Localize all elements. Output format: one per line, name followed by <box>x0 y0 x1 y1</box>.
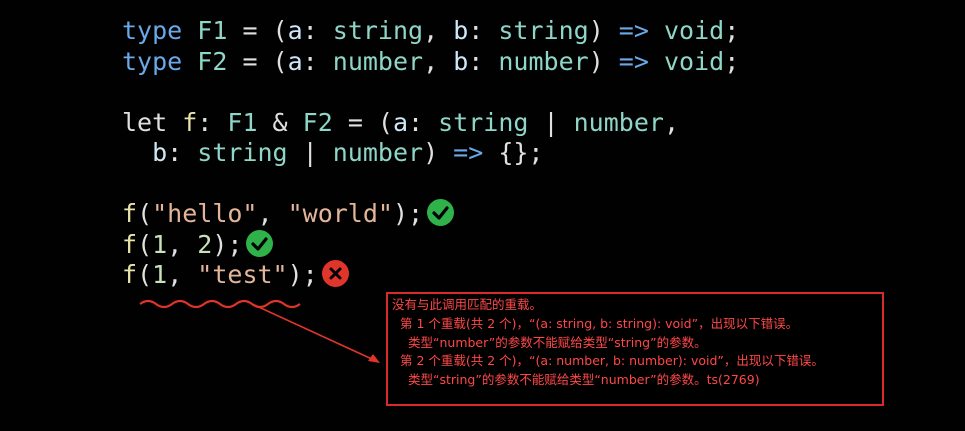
code-token: ); <box>287 260 318 289</box>
code-token: a <box>287 46 303 76</box>
code-token: 1 <box>152 229 168 259</box>
code-token: {}; <box>483 138 544 167</box>
code-token: => <box>618 46 649 76</box>
code-token: F1 <box>227 107 258 137</box>
code-token: "test" <box>197 260 288 289</box>
code-token: f <box>182 107 198 137</box>
code-token: F2 <box>197 46 228 76</box>
code-token: 1 <box>152 260 168 289</box>
code-token: "world" <box>287 199 393 228</box>
code-token: let <box>122 107 168 137</box>
code-token: => <box>618 16 649 45</box>
code-token: type <box>122 16 183 45</box>
code-token: string <box>438 107 529 137</box>
code-line: b: string | number) => {}; <box>122 138 739 169</box>
code-token: , <box>167 260 198 289</box>
code-token: a <box>287 16 303 45</box>
code-token: | <box>528 107 574 137</box>
tooltip-line: 没有与此调用匹配的重载。 <box>392 297 543 312</box>
code-token: "hello" <box>152 199 258 228</box>
code-token: | <box>287 138 333 167</box>
code-token: ); <box>212 229 243 259</box>
code-token: number <box>573 107 664 137</box>
code-token: ( <box>137 199 153 228</box>
code-token: = ( <box>332 107 393 137</box>
tooltip-line: 类型“number”的参数不能赋给类型“string”的参数。 <box>408 334 707 350</box>
code-token: number <box>498 46 589 76</box>
code-token: : <box>408 107 439 137</box>
code-token: string <box>498 16 589 45</box>
code-token: b <box>152 138 168 167</box>
code-token: type <box>122 46 183 76</box>
code-token: number <box>332 138 424 167</box>
code-token: ) <box>588 46 619 76</box>
code-token: ) <box>423 138 454 167</box>
code-token: => <box>453 138 484 167</box>
code-token: : <box>197 107 228 137</box>
tooltip-line: 类型“string”的参数不能赋给类型“number”的参数。ts(2769) <box>408 372 760 388</box>
x-circle-icon <box>321 260 349 287</box>
code-token: : <box>468 46 499 76</box>
code-line: type F1 = (a: string, b: string) => void… <box>122 16 739 47</box>
code-line: type F2 = (a: number, b: number) => void… <box>122 47 739 78</box>
code-token: b <box>453 16 469 45</box>
code-token: string <box>332 16 424 45</box>
code-token: , <box>423 46 454 76</box>
code-token: : <box>167 138 198 167</box>
code-token: F2 <box>302 107 333 137</box>
code-token: ) <box>588 16 619 45</box>
code-token: f <box>122 260 138 289</box>
code-line: let f: F1 & F2 = (a: string | number, <box>122 108 739 139</box>
code-line: f(1, 2); <box>122 229 739 261</box>
check-circle-icon <box>427 199 455 226</box>
code-slide: type F1 = (a: string, b: string) => void… <box>0 0 965 431</box>
check-circle-icon <box>246 229 274 257</box>
error-tooltip: 没有与此调用匹配的重载。第 1 个重载(共 2 个)，“(a: string, … <box>386 292 884 406</box>
code-token: : <box>302 16 333 45</box>
code-token: f <box>122 229 138 259</box>
code-token: ( <box>137 260 153 289</box>
code-token: F1 <box>197 16 228 45</box>
code-token: : <box>468 16 499 45</box>
code-token: ); <box>392 199 424 228</box>
code-token: , <box>663 107 679 137</box>
code-token: a <box>392 107 409 137</box>
code-token: b <box>453 46 469 76</box>
code-block: type F1 = (a: string, b: string) => void… <box>122 16 739 291</box>
code-token: , <box>167 229 198 259</box>
error-pointer-line <box>251 303 380 363</box>
code-token: void <box>663 16 725 45</box>
code-token: = ( <box>227 16 288 45</box>
tooltip-line: 第 1 个重载(共 2 个)，“(a: string, b: string): … <box>400 315 799 331</box>
tooltip-line: 第 2 个重载(共 2 个)，“(a: number, b: number): … <box>400 353 824 369</box>
code-token: number <box>332 46 424 76</box>
code-token: void <box>663 46 725 76</box>
code-token: ( <box>137 229 153 259</box>
code-token: & <box>257 107 303 137</box>
code-token: , <box>423 16 454 45</box>
code-token: 2 <box>197 229 213 259</box>
code-token: f <box>122 199 138 228</box>
code-token: , <box>257 199 288 228</box>
code-token: = ( <box>227 46 288 76</box>
code-token: ; <box>724 16 740 45</box>
code-token: string <box>197 138 288 167</box>
code-line: f(1, "test"); <box>122 260 739 291</box>
code-line: f("hello", "world"); <box>122 199 739 230</box>
code-token: : <box>302 46 333 76</box>
code-token: ; <box>724 46 740 76</box>
